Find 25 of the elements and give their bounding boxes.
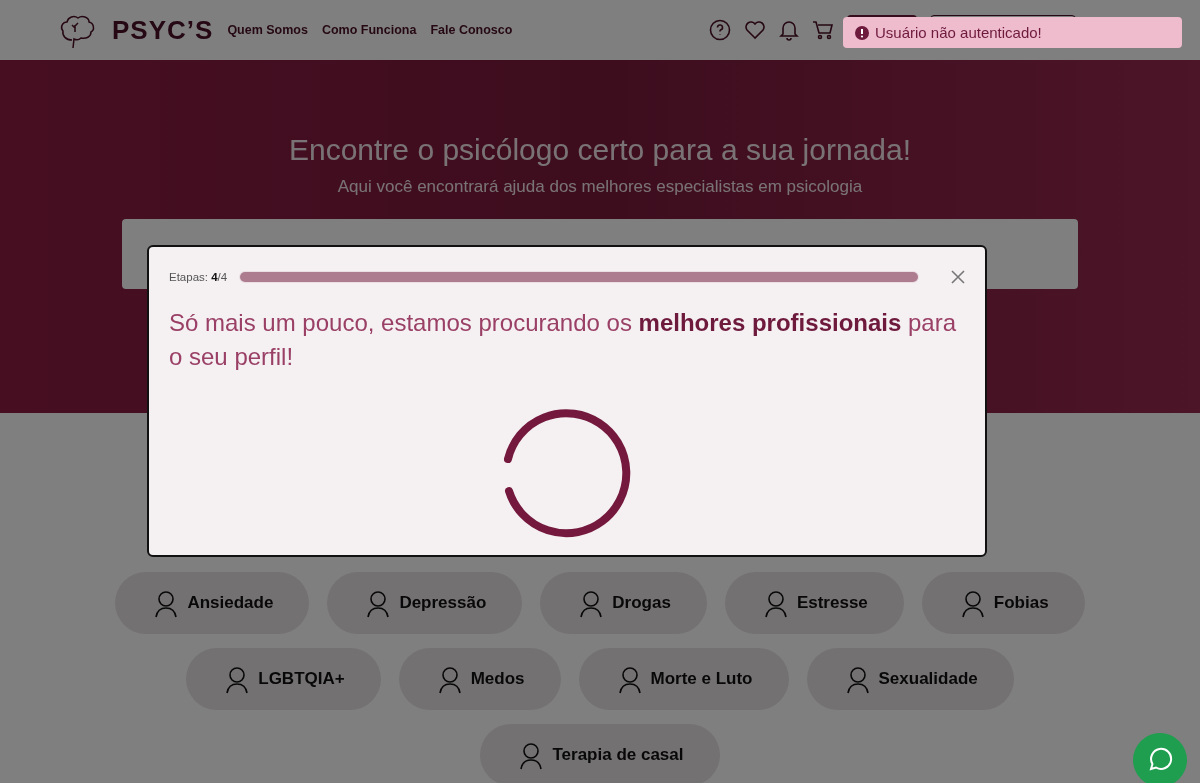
topic-chip[interactable]: LGBTQIA+ bbox=[186, 648, 381, 710]
topic-chip[interactable]: Medos bbox=[398, 648, 561, 710]
topic-chip[interactable]: Morte e Luto bbox=[578, 648, 789, 710]
topic-chip[interactable]: Estresse bbox=[724, 572, 904, 634]
topic-chip[interactable]: Terapia de casal bbox=[480, 724, 720, 783]
topic-chip[interactable]: Sexualidade bbox=[806, 648, 1014, 710]
heart-icon[interactable] bbox=[744, 20, 766, 40]
topic-chip[interactable]: Ansiedade bbox=[115, 572, 310, 634]
step-counter: Etapas: 4/4 bbox=[169, 271, 228, 283]
alert-icon bbox=[855, 25, 869, 40]
help-icon[interactable] bbox=[709, 19, 731, 41]
nav-link[interactable]: Fale Conosco bbox=[430, 23, 513, 37]
nav-link[interactable]: Quem Somos bbox=[227, 23, 308, 37]
loading-message: Só mais um pouco, estamos procurando os melhores profissionais para o seu perfil! bbox=[169, 308, 958, 372]
logo-text[interactable]: PSYC’S bbox=[112, 14, 214, 46]
chat-bubble-icon[interactable] bbox=[1147, 747, 1173, 773]
topic-chip[interactable]: Fobias bbox=[921, 572, 1085, 634]
cart-icon[interactable] bbox=[812, 19, 834, 41]
hero-title: Encontre o psicólogo certo para a sua jornada! bbox=[288, 133, 912, 167]
bell-icon[interactable] bbox=[779, 19, 799, 41]
topic-chip[interactable]: Drogas bbox=[540, 572, 707, 634]
topic-chip[interactable]: Depressão bbox=[327, 572, 523, 634]
toast-message: Usuário não autenticado! bbox=[875, 24, 1042, 41]
nav-link[interactable]: Como Funciona bbox=[321, 23, 417, 37]
hero-subtitle: Aqui você encontrará ajuda dos melhores especialistas em psicologia bbox=[337, 177, 863, 196]
